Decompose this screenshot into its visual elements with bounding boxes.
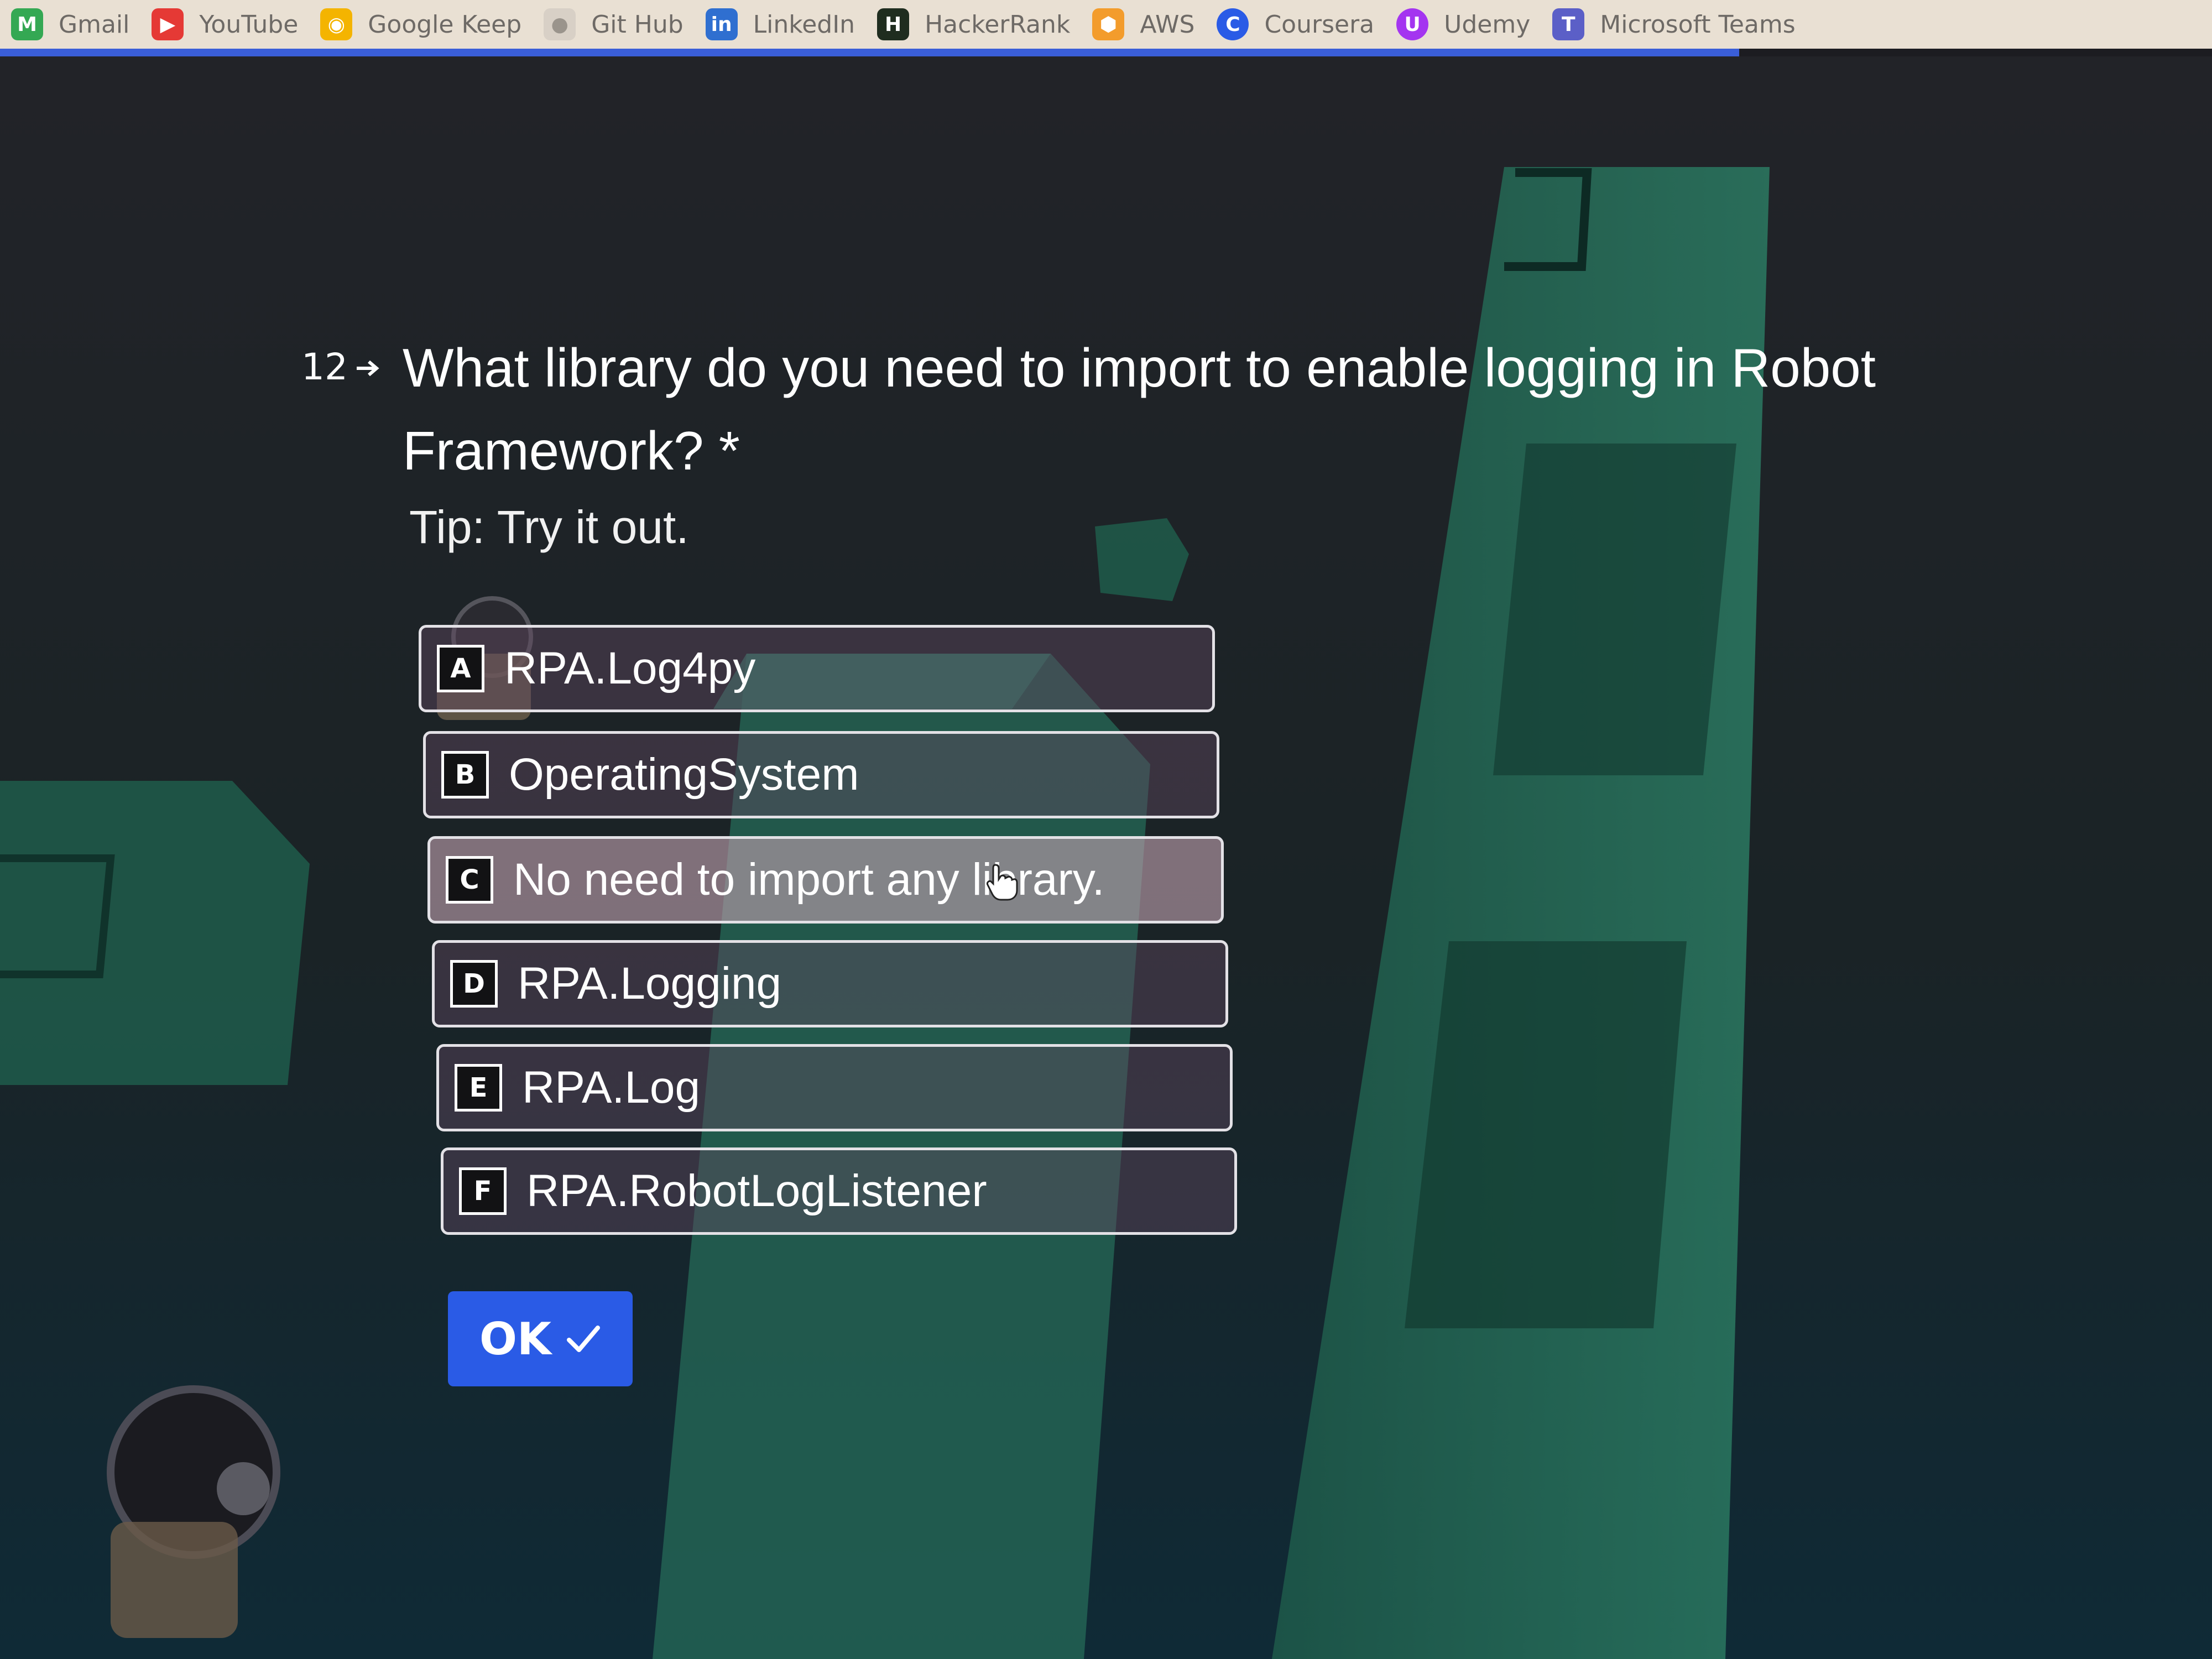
option-key-c: C bbox=[446, 856, 493, 904]
hand-cursor-icon bbox=[985, 863, 1019, 904]
bookmark-udemy[interactable]: U Udemy bbox=[1396, 8, 1530, 40]
option-f[interactable]: F RPA.RobotLogListener bbox=[441, 1147, 1237, 1235]
bookmark-google-keep[interactable]: ◉ Google Keep bbox=[320, 8, 521, 40]
youtube-icon: ▶ bbox=[152, 8, 184, 40]
option-key-f: F bbox=[459, 1167, 507, 1215]
bookmark-label: Gmail bbox=[59, 10, 130, 39]
option-label-f: RPA.RobotLogListener bbox=[526, 1166, 987, 1216]
aws-icon: ⬢ bbox=[1092, 8, 1125, 40]
bookmark-label: LinkedIn bbox=[753, 10, 855, 39]
question-number: 12 bbox=[301, 346, 382, 388]
bookmark-label: AWS bbox=[1140, 10, 1195, 39]
hackerrank-icon: H bbox=[877, 8, 910, 40]
bookmark-microsoft-teams[interactable]: T Microsoft Teams bbox=[1552, 8, 1796, 40]
linkedin-icon: in bbox=[705, 8, 738, 40]
option-key-a: A bbox=[437, 645, 484, 692]
option-b[interactable]: B OperatingSystem bbox=[423, 731, 1219, 818]
option-label-a: RPA.Log4py bbox=[504, 643, 756, 693]
bookmark-label: Coursera bbox=[1264, 10, 1375, 39]
progress-bar bbox=[0, 49, 1739, 56]
bookmark-youtube[interactable]: ▶ YouTube bbox=[152, 8, 298, 40]
option-c[interactable]: C No need to import any library. bbox=[427, 836, 1224, 924]
option-label-d: RPA.Logging bbox=[518, 958, 782, 1009]
bookmarks-bar: M Gmail ▶ YouTube ◉ Google Keep ● Git Hu… bbox=[0, 0, 2212, 49]
question-tip: Tip: Try it out. bbox=[409, 501, 689, 553]
question-text: What library do you need to import to en… bbox=[403, 337, 1876, 481]
bookmark-label: Udemy bbox=[1444, 10, 1531, 39]
option-d[interactable]: D RPA.Logging bbox=[432, 940, 1228, 1027]
github-icon: ● bbox=[544, 8, 576, 40]
bookmark-label: YouTube bbox=[199, 10, 299, 39]
option-label-b: OperatingSystem bbox=[509, 749, 859, 800]
keep-icon: ◉ bbox=[320, 8, 353, 40]
ok-button-label: OK bbox=[479, 1313, 551, 1365]
coursera-icon: C bbox=[1217, 8, 1249, 40]
bookmark-label: HackerRank bbox=[925, 10, 1071, 39]
bookmark-hackerrank[interactable]: H HackerRank bbox=[877, 8, 1070, 40]
bookmark-coursera[interactable]: C Coursera bbox=[1217, 8, 1374, 40]
question-number-text: 12 bbox=[301, 346, 348, 388]
arrow-right-icon bbox=[354, 346, 382, 388]
gmail-icon: M bbox=[11, 8, 43, 40]
bookmark-label: Google Keep bbox=[368, 10, 522, 39]
bookmark-label: Microsoft Teams bbox=[1600, 10, 1796, 39]
bookmark-aws[interactable]: ⬢ AWS bbox=[1092, 8, 1194, 40]
bookmark-gmail[interactable]: M Gmail bbox=[11, 8, 129, 40]
option-key-d: D bbox=[450, 960, 498, 1008]
bookmark-linkedin[interactable]: in LinkedIn bbox=[705, 8, 855, 40]
option-key-b: B bbox=[441, 751, 489, 799]
bookmark-label: Git Hub bbox=[591, 10, 684, 39]
udemy-icon: U bbox=[1396, 8, 1429, 40]
ok-button[interactable]: OK bbox=[448, 1291, 633, 1386]
option-a[interactable]: A RPA.Log4py bbox=[419, 625, 1215, 712]
bookmark-github[interactable]: ● Git Hub bbox=[544, 8, 684, 40]
option-label-e: RPA.Log bbox=[522, 1062, 701, 1113]
check-icon bbox=[566, 1313, 601, 1365]
teams-icon: T bbox=[1552, 8, 1585, 40]
option-e[interactable]: E RPA.Log bbox=[436, 1044, 1233, 1131]
option-key-e: E bbox=[455, 1064, 502, 1112]
